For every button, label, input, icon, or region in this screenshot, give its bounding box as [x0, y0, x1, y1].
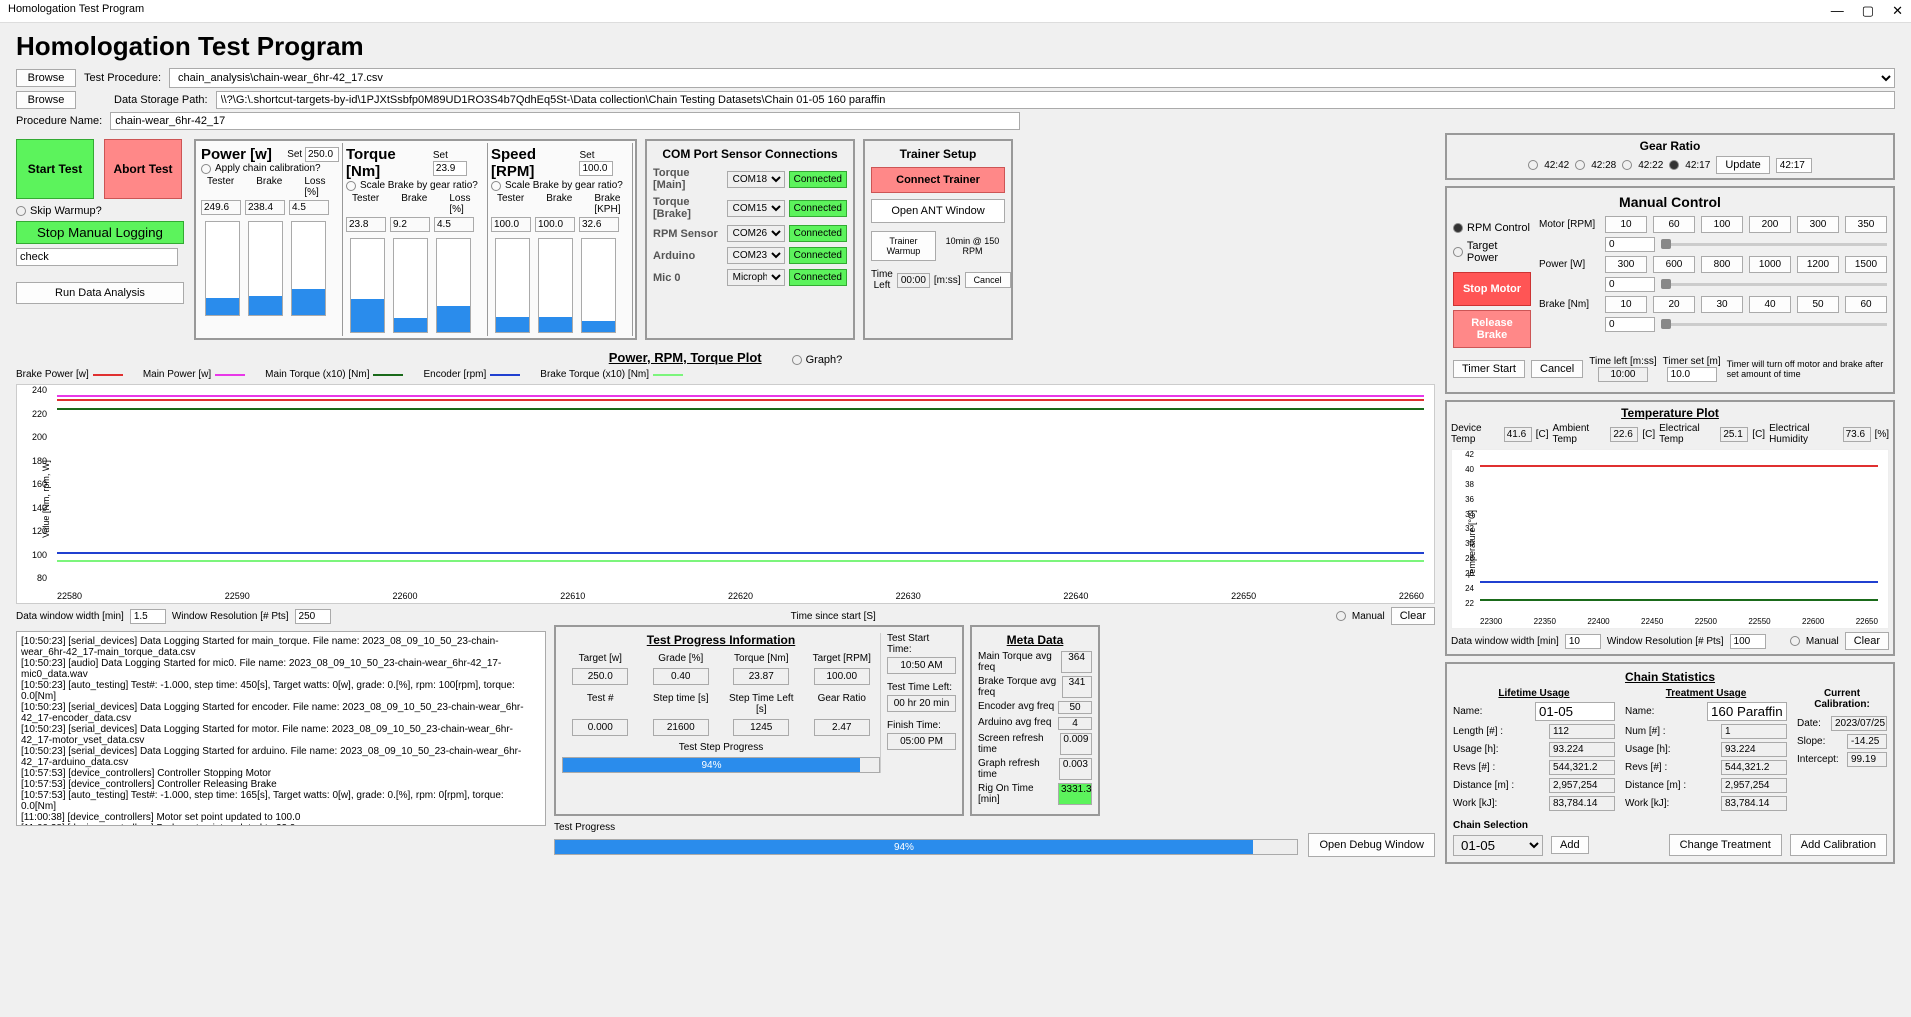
temp-manual-radio[interactable] [1790, 636, 1800, 646]
trainer-cancel-button[interactable]: Cancel [965, 272, 1011, 288]
abort-test-button[interactable]: Abort Test [104, 139, 182, 199]
browse-button-2[interactable]: Browse [16, 91, 76, 109]
log-area[interactable]: [10:50:23] [serial_devices] Data Logging… [16, 631, 546, 826]
plot-clear-button[interactable]: Clear [1391, 607, 1435, 625]
plot-dw-input[interactable] [130, 609, 166, 624]
data-storage-input[interactable] [216, 91, 1895, 109]
test-procedure-select[interactable]: chain_analysis\chain-wear_6hr-42_17.csv [169, 68, 1895, 88]
plot-title: Power, RPM, Torque Plot [609, 350, 762, 365]
plot-manual-radio[interactable] [1336, 611, 1346, 621]
test-progress-bar: 94% [554, 839, 1298, 855]
stop-motor-button[interactable]: Stop Motor [1453, 272, 1531, 306]
add-calibration-button[interactable]: Add Calibration [1790, 834, 1887, 856]
com-panel: COM Port Sensor Connections Torque [Main… [645, 139, 855, 340]
minimize-icon[interactable]: — [1831, 3, 1844, 19]
timer-start-button[interactable]: Timer Start [1453, 360, 1525, 378]
test-time-left: 00 hr 20 min [887, 695, 956, 712]
browse-button-1[interactable]: Browse [16, 69, 76, 87]
test-start-time: 10:50 AM [887, 657, 956, 674]
chain-name1[interactable] [1535, 702, 1615, 721]
trainer-time-left: 00:00 [897, 273, 930, 288]
chain-select[interactable]: 01-05 [1453, 835, 1543, 856]
temp-wr-input[interactable] [1730, 634, 1766, 649]
check-input[interactable] [16, 248, 178, 266]
chain-panel: Chain Statistics Lifetime Usage Name: Le… [1445, 662, 1895, 864]
temp-clear-button[interactable]: Clear [1845, 632, 1889, 650]
change-treatment-button[interactable]: Change Treatment [1669, 834, 1782, 856]
maximize-icon[interactable]: ▢ [1862, 3, 1874, 19]
titlebar: Homologation Test Program — ▢ ✕ [0, 0, 1911, 23]
data-storage-label: Data Storage Path: [114, 94, 208, 106]
stop-manual-logging-button[interactable]: Stop Manual Logging [16, 221, 184, 244]
main-plot: Value [Nm, rpm, W] 240220200180160140120… [16, 384, 1435, 604]
test-procedure-label: Test Procedure: [84, 72, 161, 84]
finish-time: 05:00 PM [887, 733, 956, 750]
window-title: Homologation Test Program [8, 3, 144, 19]
gear-panel: Gear Ratio 42:4242:2842:2242:17Update [1445, 133, 1895, 180]
target-power-radio[interactable] [1453, 247, 1463, 257]
open-ant-button[interactable]: Open ANT Window [871, 199, 1005, 223]
temp-panel: Temperature Plot Device Temp41.6[C]Ambie… [1445, 400, 1895, 656]
start-test-button[interactable]: Start Test [16, 139, 94, 199]
step-progress-bar: 94% [562, 757, 880, 773]
meta-panel: Meta Data Main Torque avg freq364Brake T… [970, 625, 1100, 816]
temp-plot: Temperature [°C] 4240383634323028262422 … [1451, 449, 1889, 629]
procedure-name-input[interactable] [110, 112, 1020, 130]
release-brake-button[interactable]: Release Brake [1453, 310, 1531, 348]
gauges-panel: Power [w]Set Apply chain calibration? Te… [194, 139, 637, 340]
temp-dw-input[interactable] [1565, 634, 1601, 649]
skip-warmup-radio[interactable] [16, 206, 26, 216]
chain-name2[interactable] [1707, 702, 1787, 721]
rpm-control-radio[interactable] [1453, 223, 1463, 233]
connect-trainer-button[interactable]: Connect Trainer [871, 167, 1005, 193]
timer-set-input[interactable] [1667, 367, 1717, 382]
plot-wr-input[interactable] [295, 609, 331, 624]
trainer-panel: Trainer Setup Connect Trainer Open ANT W… [863, 139, 1013, 340]
timer-cancel-button[interactable]: Cancel [1531, 360, 1583, 378]
page-title: Homologation Test Program [16, 31, 1895, 62]
open-debug-button[interactable]: Open Debug Window [1308, 833, 1435, 857]
close-icon[interactable]: ✕ [1892, 3, 1903, 19]
chain-add-button[interactable]: Add [1551, 836, 1589, 854]
graph-radio[interactable] [792, 355, 802, 365]
run-data-analysis-button[interactable]: Run Data Analysis [16, 282, 184, 304]
procedure-name-label: Procedure Name: [16, 115, 102, 127]
manual-panel: Manual Control RPM Control Target Power … [1445, 186, 1895, 394]
progress-panel: Test Progress Information Target [w]Grad… [554, 625, 964, 816]
trainer-warmup-button[interactable]: Trainer Warmup [871, 231, 936, 261]
